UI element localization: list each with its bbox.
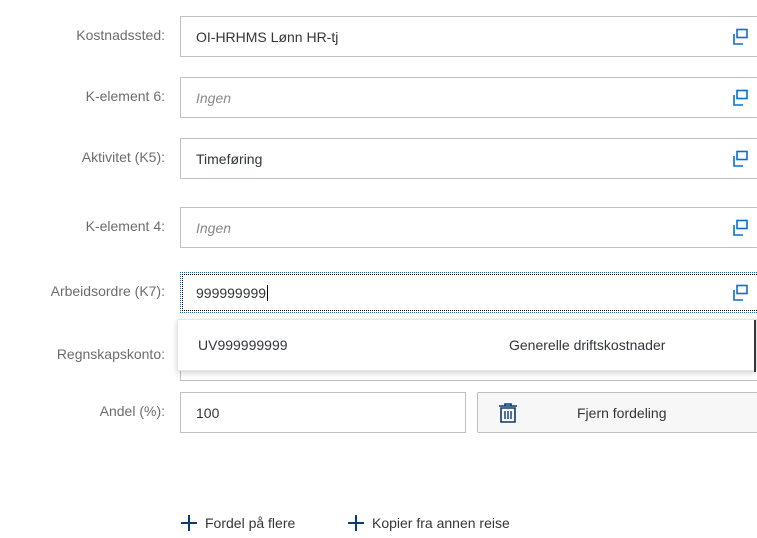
copy-label: Kopier fra annen reise [372,515,510,531]
share-value: 100 [196,405,220,421]
remove-distribution-label: Fjern fordeling [577,405,667,421]
work-order-value: 999999999 [196,285,269,301]
value-help-icon[interactable] [731,28,749,46]
k-element-6-field[interactable]: Ingen [180,77,757,118]
activity-label: Aktivitet (K5): [81,149,165,165]
k-element-6-label: K-element 6: [85,88,165,104]
k-element-4-label: K-element 4: [85,218,165,234]
suggestion-item[interactable]: UV999999999 Generelle driftskostnader [178,320,754,372]
cost-center-field[interactable]: OI-HRHMS Lønn HR-tj [180,16,757,57]
value-help-icon[interactable] [731,150,749,168]
distribute-label: Fordel på flere [205,515,296,531]
activity-value: Timeføring [196,151,263,167]
activity-field[interactable]: Timeføring [180,138,757,179]
work-order-label: Arbeidsordre (K7): [50,283,165,299]
k-element-6-value: Ingen [196,90,232,106]
trash-icon [499,403,517,423]
suggestion-scrollbar[interactable] [754,320,756,372]
plus-icon [348,515,364,531]
value-help-icon[interactable] [731,284,749,302]
share-label: Andel (%): [99,403,165,419]
remove-distribution-button[interactable]: Fjern fordeling [477,392,757,433]
suggestion-description: Generelle driftskostnader [509,337,666,353]
suggestion-list: UV999999999 Generelle driftskostnader [177,319,757,372]
share-field[interactable]: 100 [180,392,466,433]
k-element-4-field[interactable]: Ingen [180,207,757,248]
work-order-field[interactable]: 999999999 [180,272,757,313]
k-element-4-value: Ingen [196,220,232,236]
cost-center-value: OI-HRHMS Lønn HR-tj [196,29,339,45]
account-label: Regnskapskonto: [56,346,165,362]
text-cursor [267,285,269,301]
value-help-icon[interactable] [731,89,749,107]
suggestion-code: UV999999999 [198,337,288,353]
plus-icon [181,515,197,531]
cost-center-label: Kostnadssted: [76,27,165,43]
value-help-icon[interactable] [731,219,749,237]
